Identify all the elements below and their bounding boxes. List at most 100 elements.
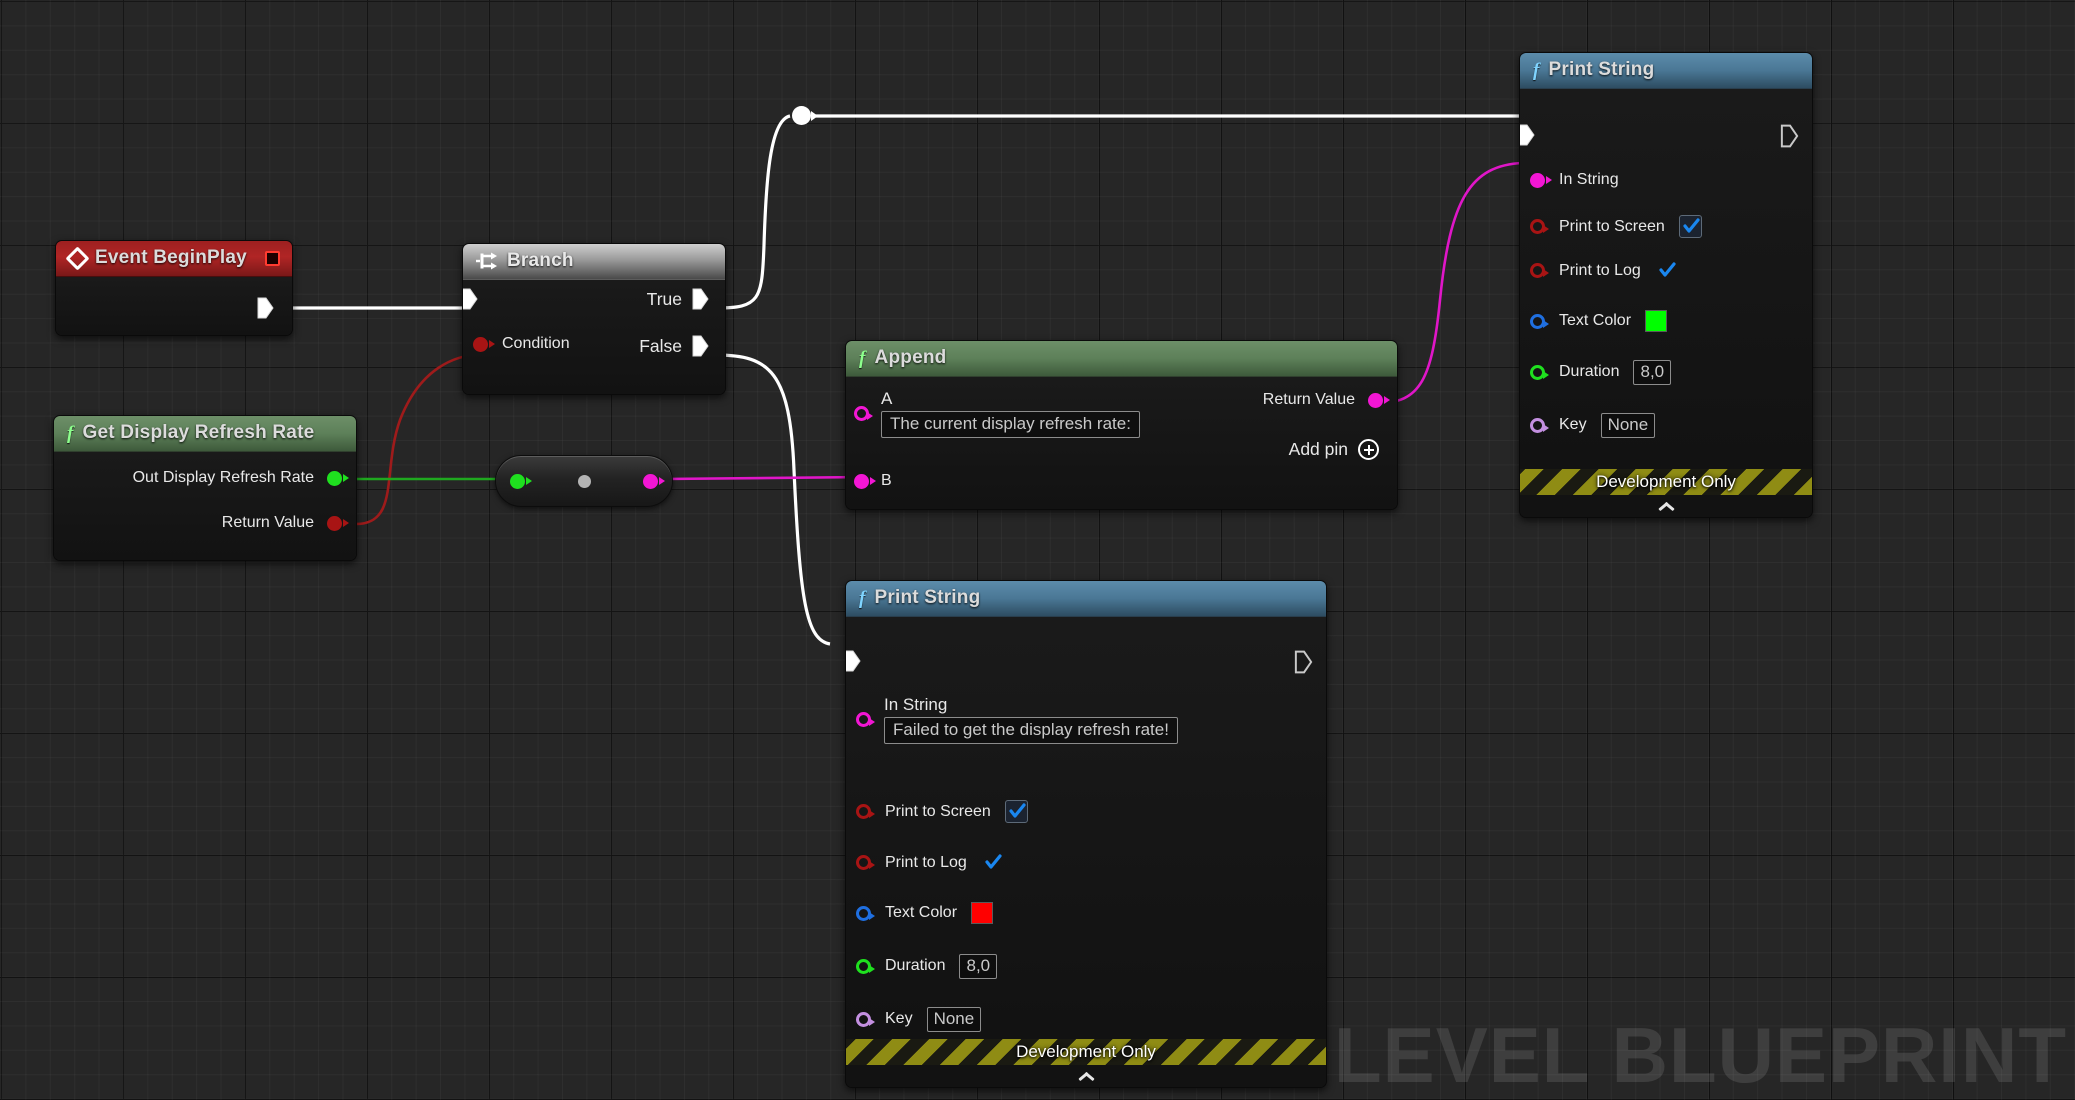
node-body: In String Print to Screen Print to Log [1520, 89, 1812, 469]
pin-row-print-to-screen[interactable]: Print to Screen [1530, 215, 1702, 238]
text-color-swatch[interactable] [1645, 310, 1667, 332]
pin-row-exec-out[interactable] [1294, 650, 1313, 679]
bool-pin-print-to-log[interactable] [856, 855, 871, 870]
float-pin-out-display-refresh-rate[interactable] [327, 471, 342, 486]
name-pin-key[interactable] [1530, 418, 1545, 433]
node-event-begin-play[interactable]: Event BeginPlay [55, 240, 293, 336]
key-value-field[interactable]: None [1601, 413, 1656, 438]
print-to-screen-checkbox[interactable] [1005, 800, 1028, 823]
pin-row-duration[interactable]: Duration 8,0 [1530, 360, 1671, 385]
node-print-string-failure[interactable]: f Print String [845, 580, 1327, 1088]
pin-label-duration: Duration [885, 957, 945, 975]
pin-row-print-to-log[interactable]: Print to Log [856, 851, 1004, 874]
append-a-value-field[interactable]: The current display refresh rate: [881, 411, 1140, 438]
collapse-advanced-button[interactable] [846, 1065, 1326, 1087]
collapse-square-icon[interactable] [265, 251, 280, 266]
string-pin-in-string[interactable] [1530, 173, 1545, 188]
pin-row-exec-in[interactable] [845, 650, 861, 672]
print-to-screen-checkbox[interactable] [1679, 215, 1702, 238]
print-to-log-checkbox[interactable] [1655, 259, 1678, 282]
pin-row-exec-out[interactable] [1780, 124, 1799, 153]
pin-row-return-value[interactable]: Return Value [1263, 391, 1383, 409]
pin-label-duration: Duration [1559, 363, 1619, 381]
duration-value-field[interactable]: 8,0 [1633, 360, 1671, 385]
bool-pin-print-to-screen[interactable] [856, 804, 871, 819]
pin-row-out-display-refresh-rate[interactable]: Out Display Refresh Rate [133, 469, 342, 487]
function-f-icon: f [1533, 61, 1540, 80]
pin-row-b[interactable]: B [854, 472, 892, 490]
plus-circle-icon[interactable] [1358, 439, 1379, 460]
bool-pin-print-to-screen[interactable] [1530, 219, 1545, 234]
collapse-advanced-button[interactable] [1520, 495, 1812, 517]
event-diamond-icon [65, 246, 89, 270]
exec-out-pin[interactable] [1294, 661, 1313, 678]
struct-pin-text-color[interactable] [1530, 314, 1545, 329]
exec-out-pin[interactable] [257, 297, 274, 319]
pin-row-duration[interactable]: Duration 8,0 [856, 954, 997, 979]
node-body [56, 277, 292, 335]
add-pin-button[interactable]: Add pin [1289, 439, 1379, 460]
pin-row-condition[interactable]: Condition [473, 335, 570, 353]
string-pin-in-string[interactable] [856, 712, 871, 727]
blueprint-graph-canvas[interactable]: Event BeginPlay [0, 0, 2075, 1100]
float-pin-duration[interactable] [856, 959, 871, 974]
pin-row-key[interactable]: Key None [1530, 413, 1655, 438]
pin-row-in-string[interactable]: In String Failed to get the display refr… [856, 695, 1178, 744]
pin-label-in-string: In String [884, 695, 1178, 715]
text-color-swatch[interactable] [971, 902, 993, 924]
print-to-log-checkbox[interactable] [981, 851, 1004, 874]
node-get-display-refresh-rate[interactable]: f Get Display Refresh Rate Out Display R… [53, 415, 357, 561]
exec-out-pin-true[interactable] [692, 288, 709, 310]
node-title-label: Branch [507, 250, 574, 272]
node-append[interactable]: f Append A The current display refresh r… [845, 340, 1398, 510]
chevron-up-icon[interactable] [1659, 502, 1674, 511]
exec-in-pin[interactable] [845, 650, 861, 672]
string-pin-b[interactable] [854, 474, 869, 489]
pin-row-exec-out[interactable] [243, 291, 292, 325]
exec-out-pin-false[interactable] [692, 335, 709, 357]
pin-row-print-to-screen[interactable]: Print to Screen [856, 800, 1028, 823]
pin-row-key[interactable]: Key None [856, 1007, 981, 1032]
pin-row-exec-in[interactable] [1519, 124, 1535, 146]
pin-row-print-to-log[interactable]: Print to Log [1530, 259, 1678, 282]
string-pin-return-value[interactable] [1368, 393, 1383, 408]
pin-row-text-color[interactable]: Text Color [1530, 310, 1667, 332]
exec-in-pin[interactable] [1519, 124, 1535, 146]
function-f-icon: f [859, 349, 866, 368]
node-body: A The current display refresh rate: B Re… [846, 377, 1397, 509]
node-title-event-begin-play: Event BeginPlay [56, 241, 292, 277]
exec-in-pin[interactable] [462, 288, 478, 310]
node-title-label: Append [875, 347, 947, 369]
pin-label-b: B [881, 472, 892, 490]
key-value-field[interactable]: None [927, 1007, 982, 1032]
pin-row-return-value[interactable]: Return Value [222, 514, 342, 532]
development-only-banner: Development Only [1520, 469, 1812, 495]
duration-value-field[interactable]: 8,0 [959, 954, 997, 979]
pin-label-false: False [639, 336, 682, 357]
pin-row-false-out[interactable]: False [639, 335, 709, 357]
bool-pin-print-to-log[interactable] [1530, 263, 1545, 278]
pin-row-a[interactable]: A The current display refresh rate: [854, 389, 1140, 438]
bool-pin-condition[interactable] [473, 337, 488, 352]
pin-row-in-string[interactable]: In String [1530, 171, 1619, 189]
exec-reroute-knot[interactable] [792, 106, 811, 125]
bool-pin-return-value[interactable] [327, 516, 342, 531]
pin-row-exec-in[interactable] [462, 288, 478, 310]
struct-pin-text-color[interactable] [856, 906, 871, 921]
float-pin-in[interactable] [510, 474, 525, 489]
node-branch[interactable]: Branch True [462, 243, 726, 395]
node-print-string-success[interactable]: f Print String [1519, 52, 1813, 518]
exec-out-pin[interactable] [1780, 135, 1799, 152]
level-blueprint-watermark: LEVEL BLUEPRINT [1334, 1016, 2067, 1094]
pin-row-text-color[interactable]: Text Color [856, 902, 993, 924]
chevron-up-icon[interactable] [1079, 1072, 1094, 1081]
name-pin-key[interactable] [856, 1012, 871, 1027]
conversion-indicator-dot [578, 475, 591, 488]
pin-row-true-out[interactable]: True [647, 288, 709, 310]
float-pin-duration[interactable] [1530, 365, 1545, 380]
string-pin-out[interactable] [643, 474, 658, 489]
in-string-value-field[interactable]: Failed to get the display refresh rate! [884, 717, 1178, 744]
node-title-get-display-refresh-rate: f Get Display Refresh Rate [54, 416, 356, 452]
string-pin-a[interactable] [854, 406, 869, 421]
float-to-string-conversion-node[interactable] [495, 455, 673, 507]
